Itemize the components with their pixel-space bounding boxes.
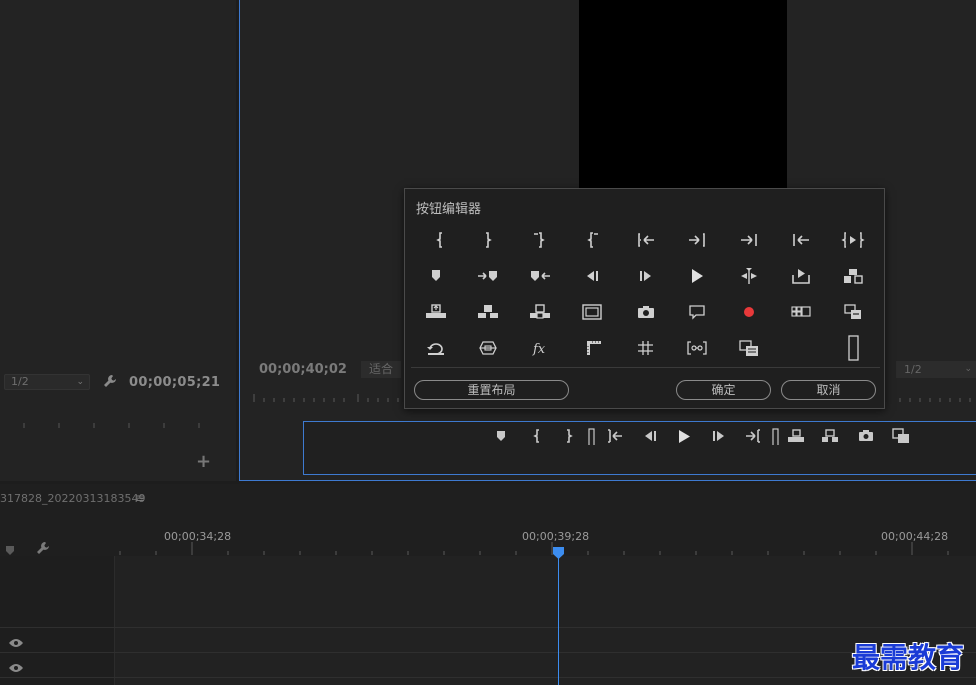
playhead-line[interactable] (558, 549, 559, 685)
source-monitor-panel (0, 0, 236, 481)
step-back-icon[interactable] (579, 265, 605, 287)
comment-icon[interactable] (684, 301, 710, 323)
camera-icon[interactable] (633, 301, 659, 323)
go-to-prev-marker-icon[interactable] (527, 265, 553, 287)
wrench-icon[interactable] (35, 540, 51, 556)
program-timecode[interactable]: 00;00;40;02 (259, 362, 347, 377)
camera-icon[interactable] (855, 427, 877, 445)
eye-icon[interactable] (8, 659, 24, 672)
go-to-out-icon[interactable] (684, 229, 710, 251)
track-divider (0, 627, 976, 628)
program-resolution-value: 1/2 (904, 363, 922, 376)
safe-margins-icon[interactable] (579, 301, 605, 323)
snap-icon[interactable] (684, 337, 710, 359)
play-icon[interactable] (684, 265, 710, 287)
film-strip-icon[interactable] (579, 337, 605, 359)
mark-out-icon[interactable] (475, 229, 501, 251)
play-in-to-out-icon[interactable] (840, 229, 866, 251)
play-icon[interactable] (673, 427, 695, 445)
watermark-logo: 最需教育 (852, 641, 965, 674)
lift-icon[interactable] (785, 427, 807, 445)
playhead-handle[interactable] (553, 544, 564, 559)
step-forward-icon[interactable] (633, 265, 659, 287)
button-editor-dialog: 按钮编辑器 fx 重置布局 确定 取消 (404, 188, 885, 409)
svg-text:fx: fx (532, 342, 546, 357)
lift-icon[interactable] (423, 301, 449, 323)
chevron-down-icon: ⌄ (76, 377, 84, 387)
vr-video-icon[interactable] (475, 337, 501, 359)
go-to-in-icon[interactable] (604, 427, 626, 445)
source-zoom-select[interactable]: 1/2 ⌄ (4, 374, 90, 390)
program-fit-select[interactable]: 适合 (361, 361, 401, 378)
compare-view-icon[interactable] (890, 427, 912, 445)
spacer-icon[interactable] (765, 427, 787, 447)
fx-icon[interactable]: fx (527, 337, 553, 359)
eye-icon[interactable] (8, 634, 24, 647)
go-to-next-edit-icon[interactable] (736, 229, 762, 251)
panel-menu-icon[interactable]: ≡ (135, 491, 145, 505)
multi-camera-view-icon[interactable] (788, 301, 814, 323)
program-button-bar (303, 421, 976, 475)
dialog-title: 按钮编辑器 (416, 202, 482, 217)
clear-in-icon[interactable] (527, 229, 553, 251)
program-resolution-select[interactable]: 1/2 ⌄ (896, 361, 976, 378)
toggle-proxies-icon[interactable] (840, 301, 866, 323)
spacer-icon[interactable] (840, 335, 866, 361)
compare-view-icon[interactable] (736, 337, 762, 359)
extract-icon[interactable] (475, 301, 501, 323)
loop-playback-icon[interactable] (423, 337, 449, 359)
dialog-separator (411, 367, 880, 368)
extract-icon[interactable] (819, 427, 841, 445)
video-preview (579, 0, 787, 188)
source-zoom-value: 1/2 (11, 375, 29, 388)
go-to-next-marker-icon[interactable] (475, 265, 501, 287)
sequence-tab[interactable]: 317828_20220313183549 (0, 492, 145, 505)
source-timecode[interactable]: 00;00;05;21 (129, 375, 220, 390)
wrench-icon[interactable] (102, 373, 118, 389)
export-frame-icon[interactable] (788, 265, 814, 287)
mark-out-icon[interactable] (558, 427, 580, 445)
cancel-button[interactable]: 取消 (781, 380, 876, 400)
track-divider (0, 652, 976, 653)
mark-in-icon[interactable] (427, 229, 453, 251)
spacer-icon[interactable] (581, 427, 603, 447)
add-button[interactable]: + (196, 451, 211, 472)
mark-in-icon[interactable] (527, 427, 549, 445)
insert-icon[interactable] (527, 301, 553, 323)
chevron-down-icon: ⌄ (964, 364, 972, 374)
step-forward-icon[interactable] (708, 427, 730, 445)
add-marker-icon[interactable] (490, 427, 512, 445)
clear-out-icon[interactable] (579, 229, 605, 251)
guides-icon[interactable] (633, 337, 659, 359)
go-to-in-icon[interactable] (633, 229, 659, 251)
track-divider (0, 677, 976, 678)
track-area[interactable] (115, 556, 976, 685)
marker-icon[interactable] (4, 541, 16, 555)
add-marker-icon[interactable] (423, 265, 449, 287)
step-back-icon[interactable] (639, 427, 661, 445)
source-ruler (23, 423, 200, 428)
multicam-icon[interactable] (840, 265, 866, 287)
go-to-out-icon[interactable] (742, 427, 764, 445)
record-icon[interactable] (736, 301, 762, 323)
reset-layout-button[interactable]: 重置布局 (414, 380, 569, 400)
timeline-ruler (119, 542, 949, 555)
ok-button[interactable]: 确定 (676, 380, 771, 400)
play-around-icon[interactable] (736, 265, 762, 287)
go-to-prev-edit-icon[interactable] (788, 229, 814, 251)
